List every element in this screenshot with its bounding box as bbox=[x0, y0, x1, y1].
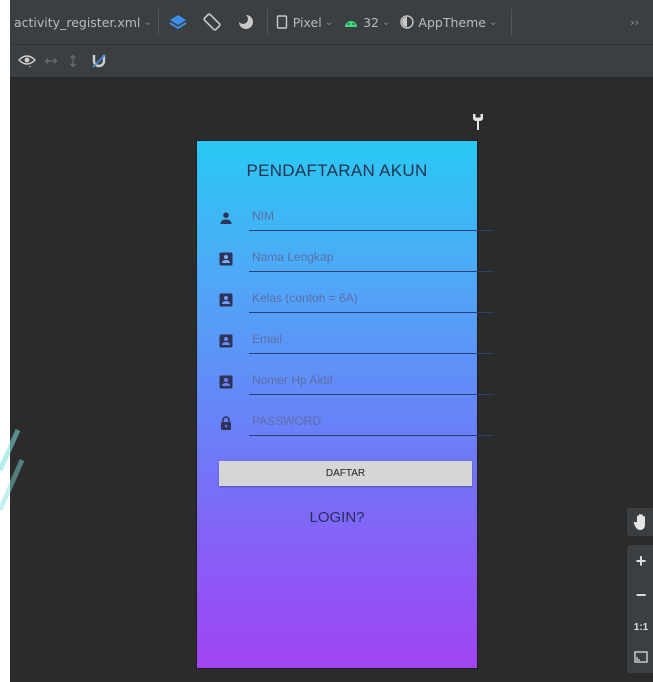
login-link[interactable]: LOGIN? bbox=[197, 509, 477, 526]
person-icon bbox=[220, 212, 232, 224]
theme-icon bbox=[400, 15, 415, 29]
theme-label: AppTheme bbox=[418, 14, 486, 30]
editor-toolbar: activity_register.xml ⌄ Pixel ⌄ 32 ⌄ App… bbox=[10, 0, 653, 45]
contact-card-icon bbox=[219, 375, 233, 389]
view-options-button[interactable] bbox=[16, 45, 38, 77]
night-mode-button[interactable] bbox=[231, 0, 261, 44]
phone-number-field[interactable]: Nomer Hp Aktif bbox=[219, 371, 494, 399]
nim-field[interactable]: NIM bbox=[219, 207, 494, 235]
file-tab[interactable]: activity_register.xml ⌄ bbox=[10, 0, 152, 44]
actual-size-button[interactable]: 1:1 bbox=[627, 613, 653, 641]
toolbar-divider bbox=[266, 9, 268, 35]
register-button[interactable]: DAFTAR bbox=[219, 461, 472, 486]
more-options-button[interactable]: ›› bbox=[630, 0, 639, 44]
zoom-out-button[interactable]: − bbox=[627, 581, 653, 609]
password-placeholder: PASSWORD bbox=[252, 414, 322, 428]
password-field[interactable]: PASSWORD bbox=[219, 412, 494, 440]
rotate-device-icon bbox=[203, 13, 221, 31]
field-underline bbox=[249, 394, 494, 395]
layers-icon bbox=[169, 15, 187, 30]
magnet-icon bbox=[92, 54, 106, 68]
file-tab-label: activity_register.xml bbox=[14, 14, 141, 30]
class-field[interactable]: Kelas (contoh = 6A) bbox=[219, 289, 494, 317]
watermark-stripes bbox=[0, 428, 24, 512]
field-underline bbox=[249, 312, 494, 313]
phone-number-placeholder: Nomer Hp Aktif bbox=[252, 373, 333, 387]
toolbar-divider bbox=[511, 9, 513, 35]
clear-constraints-button[interactable] bbox=[88, 45, 110, 77]
contact-card-icon bbox=[219, 334, 233, 348]
fit-screen-button[interactable] bbox=[627, 643, 653, 671]
field-underline bbox=[249, 271, 494, 272]
full-name-field[interactable]: Nama Lengkap bbox=[219, 248, 494, 276]
fit-screen-icon bbox=[634, 651, 648, 663]
nim-placeholder: NIM bbox=[252, 209, 274, 223]
field-underline bbox=[249, 435, 494, 436]
hand-icon bbox=[633, 514, 645, 530]
chevron-down-icon: ⌄ bbox=[382, 16, 391, 28]
class-placeholder: Kelas (contoh = 6A) bbox=[252, 291, 358, 305]
design-surface-button[interactable] bbox=[165, 0, 191, 44]
resize-vertical-button[interactable] bbox=[62, 45, 84, 77]
contact-card-icon bbox=[219, 252, 233, 266]
chevron-down-icon: ⌄ bbox=[488, 16, 498, 28]
pan-button[interactable] bbox=[627, 508, 653, 536]
email-field[interactable]: Email bbox=[219, 330, 494, 358]
orientation-button[interactable] bbox=[197, 0, 227, 44]
night-mode-icon bbox=[237, 14, 253, 29]
wrench-icon[interactable] bbox=[472, 113, 484, 131]
zoom-in-button[interactable]: + bbox=[627, 547, 653, 575]
full-name-placeholder: Nama Lengkap bbox=[252, 250, 334, 264]
lock-icon bbox=[221, 416, 231, 430]
device-selector[interactable]: Pixel ⌄ bbox=[276, 0, 333, 44]
chevron-down-icon: ⌄ bbox=[324, 16, 334, 28]
view-options-toolbar bbox=[10, 45, 653, 78]
api-level-label: 32 bbox=[363, 14, 380, 30]
android-icon bbox=[345, 21, 358, 27]
field-underline bbox=[249, 353, 494, 354]
theme-selector[interactable]: AppTheme ⌄ bbox=[400, 0, 497, 44]
phone-preview: PENDAFTARAN AKUN NIM Nama Lengkap Kelas … bbox=[197, 141, 494, 668]
vertical-arrows-icon bbox=[70, 54, 76, 68]
resize-horizontal-button[interactable] bbox=[40, 45, 62, 77]
double-chevron-icon: ›› bbox=[630, 15, 639, 29]
horizontal-arrows-icon bbox=[44, 58, 58, 64]
device-label: Pixel bbox=[292, 14, 322, 30]
api-level-selector[interactable]: 32 ⌄ bbox=[343, 0, 390, 44]
toolbar-divider bbox=[157, 9, 159, 35]
field-underline bbox=[249, 230, 494, 231]
eye-icon bbox=[18, 55, 36, 68]
contact-card-icon bbox=[219, 293, 233, 307]
chevron-down-icon: ⌄ bbox=[143, 16, 152, 28]
phone-icon bbox=[276, 15, 287, 29]
layout-editor: activity_register.xml ⌄ Pixel ⌄ 32 ⌄ App… bbox=[10, 0, 653, 682]
form-title: PENDAFTARAN AKUN bbox=[246, 161, 428, 180]
email-placeholder: Email bbox=[252, 332, 283, 346]
zoom-controls: + − 1:1 bbox=[627, 545, 653, 673]
